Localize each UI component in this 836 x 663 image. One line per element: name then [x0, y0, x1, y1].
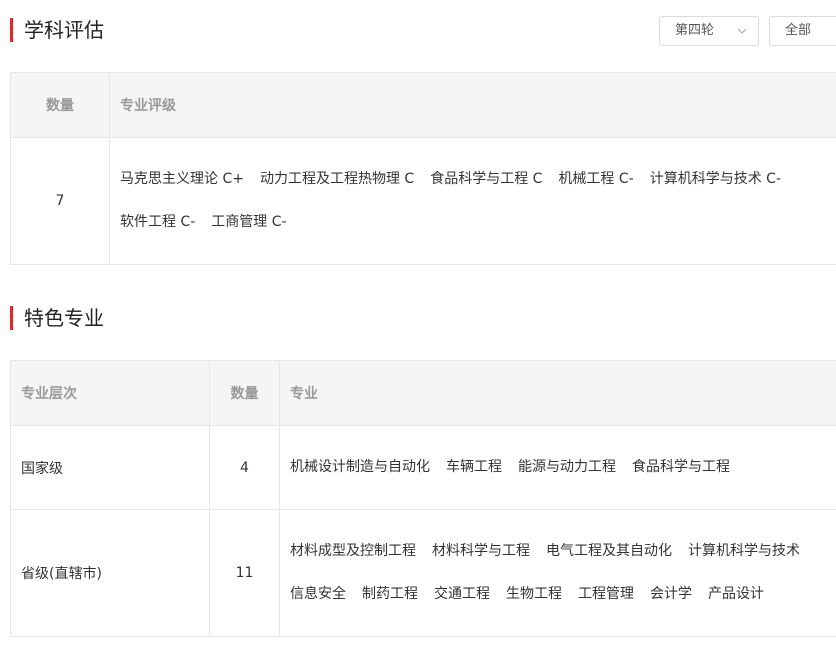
table-row: 7 马克思主义理论 C+ 动力工程及工程热物理 C 食品科学与工程 C 机械工程 C-… — [10, 137, 836, 265]
major-tag[interactable]: 车辆工程 — [446, 446, 502, 489]
rating-tag[interactable]: 机械工程 C- — [558, 158, 633, 201]
table-row: 国家级 4 机械设计制造与自动化 车辆工程 能源与动力工程 食品科学与工程 — [10, 425, 836, 510]
table-header-row: 专业层次 数量 专业 — [10, 360, 836, 426]
scope-select-value: 全部 — [785, 23, 812, 38]
featured-majors-table: 专业层次 数量 专业 国家级 4 机械设计制造与自动化 车辆工程 能源与动力工程 食品… — [10, 360, 836, 637]
section-title-discipline-evaluation: 学科评估 — [10, 18, 104, 42]
table-row: 省级(直辖市) 11 材料成型及控制工程 材料科学与工程 电气工程及其自动化 计算机科… — [10, 509, 836, 637]
rating-tag[interactable]: 计算机科学与技术 C- — [650, 158, 781, 201]
chevron-down-icon — [737, 28, 747, 34]
header-count: 数量 — [10, 72, 110, 138]
major-tag[interactable]: 信息安全 — [290, 573, 346, 616]
major-tag[interactable]: 材料成型及控制工程 — [290, 530, 416, 573]
rating-tag[interactable]: 软件工程 C- — [120, 201, 195, 244]
provincial-count: 11 — [209, 509, 280, 637]
national-count: 4 — [209, 425, 280, 510]
major-tag[interactable]: 电气工程及其自动化 — [546, 530, 672, 573]
scope-select[interactable]: 全部 — [769, 16, 836, 46]
header-level: 专业层次 — [10, 360, 210, 426]
evaluation-table: 数量 专业评级 7 马克思主义理论 C+ 动力工程及工程热物理 C 食品科学与工程 … — [10, 72, 836, 265]
major-tag[interactable]: 食品科学与工程 — [632, 446, 730, 489]
major-tag[interactable]: 计算机科学与技术 — [688, 530, 800, 573]
major-list: 机械设计制造与自动化 车辆工程 能源与动力工程 食品科学与工程 — [279, 425, 836, 510]
major-list: 材料成型及控制工程 材料科学与工程 电气工程及其自动化 计算机科学与技术信息安全 制药工… — [279, 509, 836, 637]
major-tag[interactable]: 生物工程 — [506, 573, 562, 616]
rating-tag[interactable]: 马克思主义理论 C+ — [120, 158, 244, 201]
level-provincial: 省级(直辖市) — [10, 509, 210, 637]
rating-tag[interactable]: 食品科学与工程 C — [430, 158, 542, 201]
major-tag[interactable]: 机械设计制造与自动化 — [290, 446, 430, 489]
round-select[interactable]: 第四轮 — [659, 16, 759, 46]
major-tag[interactable]: 工程管理 — [578, 573, 634, 616]
major-tag[interactable]: 制药工程 — [362, 573, 418, 616]
level-national: 国家级 — [10, 425, 210, 510]
table-header-row: 数量 专业评级 — [10, 72, 836, 138]
major-tag[interactable]: 能源与动力工程 — [518, 446, 616, 489]
rating-tag[interactable]: 工商管理 C- — [211, 201, 286, 244]
section-title-featured-majors: 特色专业 — [10, 306, 104, 330]
rating-list: 马克思主义理论 C+ 动力工程及工程热物理 C 食品科学与工程 C 机械工程 C- 计算… — [109, 137, 836, 265]
header-rating: 专业评级 — [109, 72, 836, 138]
evaluation-count: 7 — [10, 137, 110, 265]
major-tag[interactable]: 会计学 — [650, 573, 692, 616]
rating-tag[interactable]: 动力工程及工程热物理 C — [260, 158, 414, 201]
header-majors: 专业 — [279, 360, 836, 426]
major-tag[interactable]: 材料科学与工程 — [432, 530, 530, 573]
header-count: 数量 — [209, 360, 280, 426]
round-select-value: 第四轮 — [675, 23, 715, 38]
major-tag[interactable]: 交通工程 — [434, 573, 490, 616]
major-tag[interactable]: 产品设计 — [708, 573, 764, 616]
